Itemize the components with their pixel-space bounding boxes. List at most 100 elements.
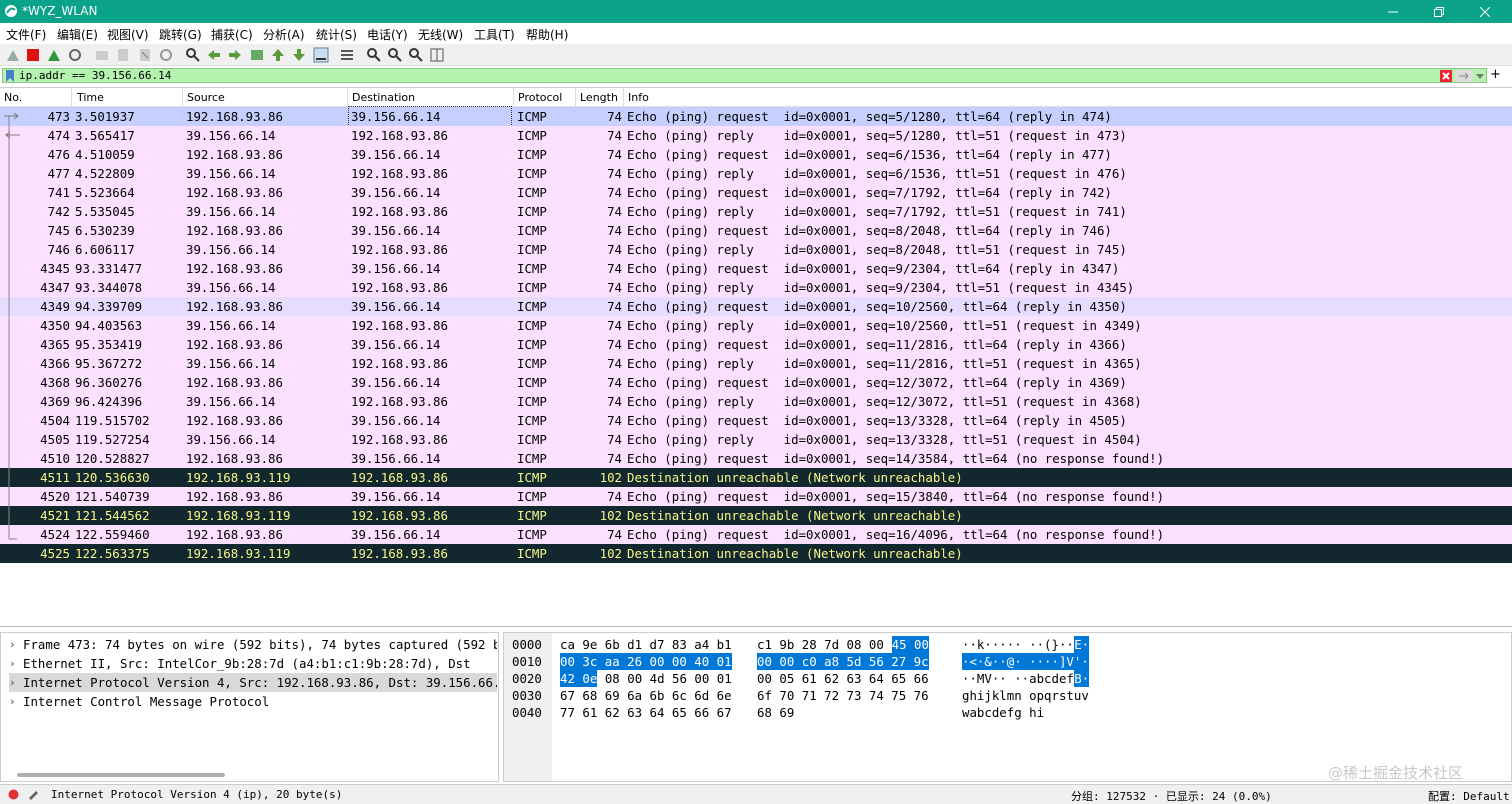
packet-row[interactable]: 4350 94.403563 39.156.66.14 192.168.93.86 IC…: [0, 316, 1512, 335]
colorize-icon[interactable]: [339, 47, 355, 63]
packet-row[interactable]: 4365 95.353419 192.168.93.86 39.156.66.14 IC…: [0, 335, 1512, 354]
packet-row[interactable]: 742 5.535045 39.156.66.14 192.168.93.86 ICMP…: [0, 202, 1512, 221]
column-source[interactable]: Source: [187, 91, 225, 104]
menu-file[interactable]: 文件(F): [6, 26, 46, 43]
menu-wireless[interactable]: 无线(W): [418, 26, 463, 43]
menu-help[interactable]: 帮助(H): [526, 26, 568, 43]
packet-row[interactable]: 4511 120.536630 192.168.93.119 192.168.93.8…: [0, 468, 1512, 487]
packet-row[interactable]: 4510 120.528827 192.168.93.86 39.156.66.14 I…: [0, 449, 1512, 468]
first-packet-icon[interactable]: [270, 47, 286, 63]
restore-button[interactable]: [1416, 0, 1462, 23]
packet-row[interactable]: 4347 93.344078 39.156.66.14 192.168.93.86 IC…: [0, 278, 1512, 297]
menu-telephony[interactable]: 电话(Y): [367, 26, 408, 43]
edit-comment-icon[interactable]: [27, 788, 39, 800]
menu-statistics[interactable]: 统计(S): [316, 26, 357, 43]
packet-row[interactable]: 473 3.501937 192.168.93.86 39.156.66.14 ICMP…: [0, 106, 1512, 127]
open-file-icon[interactable]: [94, 47, 110, 63]
expand-arrow-icon[interactable]: ›: [9, 635, 16, 654]
detail-ipv4[interactable]: › Internet Protocol Version 4, Src: 192.1…: [9, 673, 497, 692]
packet-row[interactable]: 4525 122.563375 192.168.93.119 192.168.93.8…: [0, 544, 1512, 563]
shark-fin-start-icon[interactable]: [5, 47, 21, 63]
packet-row[interactable]: 477 4.522809 39.156.66.14 192.168.93.86 ICMP…: [0, 164, 1512, 183]
find-packet-icon[interactable]: [185, 47, 201, 63]
expand-arrow-icon[interactable]: ›: [9, 673, 16, 692]
packet-row[interactable]: 745 6.530239 192.168.93.86 39.156.66.14 ICMP…: [0, 221, 1512, 240]
packet-row[interactable]: 4369 96.424396 39.156.66.14 192.168.93.86 IC…: [0, 392, 1512, 411]
close-button[interactable]: [1462, 0, 1508, 23]
autoscroll-icon[interactable]: [313, 47, 329, 63]
zoom-out-icon[interactable]: [387, 47, 403, 63]
hex-bytes-highlight[interactable]: 42 0e: [560, 670, 598, 687]
packet-row[interactable]: 4521 121.544562 192.168.93.119 192.168.93.8…: [0, 506, 1512, 525]
hex-bytes[interactable]: c1 9b 28 7d 08 00: [757, 636, 891, 653]
clear-filter-icon[interactable]: [1440, 70, 1452, 82]
details-horizontal-scrollbar[interactable]: [17, 773, 225, 777]
packet-row[interactable]: 4345 93.331477 192.168.93.86 39.156.66.14 IC…: [0, 259, 1512, 278]
column-length[interactable]: Length: [580, 91, 618, 104]
packet-row[interactable]: 4368 96.360276 192.168.93.86 39.156.66.14 IC…: [0, 373, 1512, 392]
packet-row[interactable]: 4524 122.559460 192.168.93.86 39.156.66.14 I…: [0, 525, 1512, 544]
apply-filter-icon[interactable]: [1455, 70, 1473, 82]
packet-row[interactable]: 4520 121.540739 192.168.93.86 39.156.66.14 I…: [0, 487, 1512, 506]
menu-capture[interactable]: 捕获(C): [211, 26, 253, 43]
menu-tools[interactable]: 工具(T): [474, 26, 515, 43]
detail-frame[interactable]: › Frame 473: 74 bytes on wire (592 bits),…: [9, 635, 497, 654]
menu-analyze[interactable]: 分析(A): [263, 26, 305, 43]
filter-dropdown-icon[interactable]: [1476, 72, 1484, 80]
detail-ethernet[interactable]: › Ethernet II, Src: IntelCor_9b:28:7d (a4…: [9, 654, 497, 673]
minimize-button[interactable]: [1370, 0, 1416, 23]
capture-options-icon[interactable]: [67, 47, 83, 63]
packet-row[interactable]: 4505 119.527254 39.156.66.14 192.168.93.86 I…: [0, 430, 1512, 449]
go-to-packet-icon[interactable]: [249, 47, 265, 63]
save-file-icon[interactable]: [115, 47, 131, 63]
capture-status-icon[interactable]: [8, 789, 19, 800]
hex-ascii-highlight[interactable]: ·<·&··@· ····]V'·: [962, 653, 1089, 670]
hex-bytes[interactable]: 00 05 61 62 63 64 65 66: [757, 670, 929, 687]
stop-capture-icon[interactable]: [25, 47, 41, 63]
hex-ascii[interactable]: ghijklmn opqrstuv: [962, 687, 1089, 704]
restart-capture-icon[interactable]: [46, 47, 62, 63]
hex-bytes[interactable]: 77 61 62 63 64 65 66 67: [560, 704, 732, 721]
resize-columns-icon[interactable]: [429, 47, 445, 63]
packet-row[interactable]: 746 6.606117 39.156.66.14 192.168.93.86 ICMP…: [0, 240, 1512, 259]
column-info[interactable]: Info: [628, 91, 649, 104]
expand-arrow-icon[interactable]: ›: [9, 692, 16, 711]
packet-row[interactable]: 4504 119.515702 192.168.93.86 39.156.66.14 I…: [0, 411, 1512, 430]
status-profile[interactable]: 配置: Default: [1428, 788, 1510, 804]
hex-bytes[interactable]: ca 9e 6b d1 d7 83 a4 b1: [560, 636, 732, 653]
reload-file-icon[interactable]: [158, 47, 174, 63]
packet-row[interactable]: 476 4.510059 192.168.93.86 39.156.66.14 ICMP…: [0, 145, 1512, 164]
menu-go[interactable]: 跳转(G): [159, 26, 202, 43]
hex-bytes[interactable]: 68 69: [757, 704, 794, 721]
display-filter-input[interactable]: ip.addr == 39.156.66.14: [2, 68, 1487, 83]
packet-row[interactable]: 4366 95.367272 39.156.66.14 192.168.93.86 IC…: [0, 354, 1512, 373]
bookmark-icon[interactable]: [5, 70, 15, 82]
hex-bytes[interactable]: 08 00 4d 56 00 01: [597, 670, 732, 687]
hex-ascii-highlight[interactable]: B·: [1074, 670, 1090, 687]
hex-bytes[interactable]: 67 68 69 6a 6b 6c 6d 6e: [560, 687, 732, 704]
hex-ascii[interactable]: ··MV·· ··abcdef: [962, 670, 1074, 687]
packet-row[interactable]: 474 3.565417 39.156.66.14 192.168.93.86 ICMP…: [0, 126, 1512, 145]
hex-bytes-highlight[interactable]: 45 00: [891, 636, 929, 653]
packet-row[interactable]: 4349 94.339709 192.168.93.86 39.156.66.14 IC…: [0, 297, 1512, 316]
go-forward-icon[interactable]: [227, 47, 243, 63]
detail-icmp[interactable]: › Internet Control Message Protocol: [9, 692, 497, 711]
column-no[interactable]: No.: [4, 91, 22, 104]
last-packet-icon[interactable]: [291, 47, 307, 63]
column-time[interactable]: Time: [77, 91, 104, 104]
hex-bytes[interactable]: 6f 70 71 72 73 74 75 76: [757, 687, 929, 704]
packet-row[interactable]: 741 5.523664 192.168.93.86 39.156.66.14 ICMP…: [0, 183, 1512, 202]
hex-bytes-highlight[interactable]: 00 00 c0 a8 5d 56 27 9c: [757, 653, 929, 670]
menu-view[interactable]: 视图(V): [107, 26, 149, 43]
go-back-icon[interactable]: [206, 47, 222, 63]
column-destination[interactable]: Destination: [352, 91, 415, 104]
zoom-in-icon[interactable]: [366, 47, 382, 63]
hex-ascii[interactable]: ··k····· ··(}··: [962, 636, 1074, 653]
hex-bytes-highlight[interactable]: 00 3c aa 26 00 00 40 01: [560, 653, 732, 670]
column-protocol[interactable]: Protocol: [518, 91, 562, 104]
expand-arrow-icon[interactable]: ›: [9, 654, 16, 673]
hex-ascii[interactable]: wabcdefg hi: [962, 704, 1044, 721]
normal-size-icon[interactable]: [408, 47, 424, 63]
hex-ascii-highlight[interactable]: E·: [1074, 636, 1090, 653]
close-file-icon[interactable]: [137, 47, 153, 63]
